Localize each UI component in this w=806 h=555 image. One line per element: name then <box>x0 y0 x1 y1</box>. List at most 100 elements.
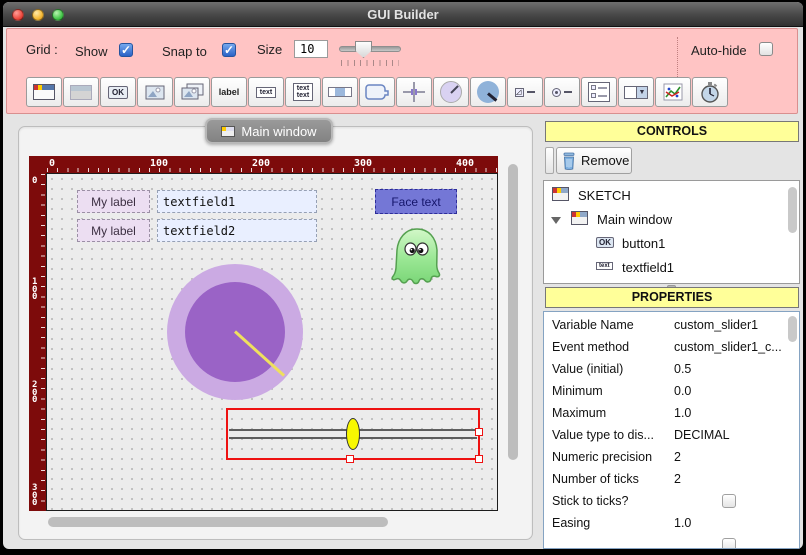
progressbar-icon[interactable] <box>322 77 358 107</box>
show-checkbox[interactable]: ✓ <box>119 43 133 57</box>
property-value[interactable]: 0.5 <box>674 362 691 376</box>
vscroll-thumb[interactable] <box>508 164 518 460</box>
design-surface[interactable]: My label textfield1 My label textfield2 … <box>46 173 498 511</box>
remove-button[interactable]: Remove <box>556 147 632 174</box>
label-widget-2[interactable]: My label <box>77 219 150 242</box>
v-ruler-label: 100 <box>32 277 38 302</box>
property-row[interactable]: Number of ticks 2 <box>544 469 799 491</box>
crosshair-icon[interactable] <box>396 77 432 107</box>
property-value[interactable]: 2 <box>674 450 681 464</box>
face-text-button-widget[interactable]: Face text <box>375 189 457 214</box>
property-value[interactable]: 1.0 <box>674 406 691 420</box>
label-widget-1[interactable]: My label <box>77 190 150 213</box>
v-ruler-label: 300 <box>32 483 38 508</box>
canvas-vertical-scrollbar[interactable] <box>505 156 522 512</box>
property-row[interactable]: Value (initial) 0.5 <box>544 359 799 381</box>
resize-handle-corner[interactable] <box>475 455 483 463</box>
property-row[interactable]: Easing 1.0 <box>544 513 799 535</box>
property-value[interactable]: DECIMAL <box>674 428 730 442</box>
grid-toolbar: Grid : Show ✓ Snap to ✓ Size Auto-hide O… <box>6 28 798 114</box>
slider-ticks <box>341 60 399 66</box>
title-bar[interactable]: GUI Builder <box>3 2 803 27</box>
textfield-widget-1[interactable]: textfield1 <box>157 190 317 213</box>
property-checkbox[interactable] <box>722 538 736 548</box>
window-icon[interactable] <box>26 77 62 107</box>
window-title: GUI Builder <box>367 7 439 22</box>
property-value[interactable]: 2 <box>674 472 681 486</box>
balloon-icon[interactable] <box>359 77 395 107</box>
images-icon[interactable] <box>174 77 210 107</box>
horizontal-ruler-ticks <box>47 168 497 172</box>
timer-icon[interactable] <box>692 77 728 107</box>
size-input[interactable] <box>294 40 328 58</box>
checkbox-slider-icon[interactable]: ◿ <box>507 77 543 107</box>
controls-header: CONTROLS <box>545 121 799 142</box>
property-row[interactable]: Value type to dis... DECIMAL <box>544 425 799 447</box>
property-label: Numeric precision <box>552 450 653 464</box>
chart-icon[interactable] <box>655 77 691 107</box>
snap-checkbox[interactable]: ✓ <box>222 43 236 57</box>
ghost-image-widget[interactable] <box>385 226 449 292</box>
tab-main-window[interactable]: Main window <box>205 118 333 144</box>
properties-table: Variable Name custom_slider1 Event method c… <box>543 311 800 549</box>
custom-slider-thumb[interactable] <box>346 418 360 450</box>
property-row[interactable]: Event method custom_slider1_c... <box>544 337 799 359</box>
property-value[interactable]: 1.0 <box>674 516 691 530</box>
grid-label: Grid : <box>26 42 58 57</box>
property-value[interactable]: 0.0 <box>674 384 691 398</box>
textarea-icon[interactable]: text text <box>285 77 321 107</box>
textfield-icon: text <box>596 262 613 270</box>
properties-header: PROPERTIES <box>545 287 799 308</box>
disclosure-triangle-icon[interactable] <box>551 217 561 224</box>
property-value[interactable]: custom_slider1_c... <box>674 340 782 354</box>
autohide-checkbox[interactable] <box>759 42 773 56</box>
v-ruler-label: 200 <box>32 380 38 405</box>
textfield-icon[interactable]: text <box>248 77 284 107</box>
app-window: GUI Builder Grid : Show ✓ Snap to ✓ Size… <box>3 2 803 549</box>
resize-handle-right[interactable] <box>475 428 483 436</box>
dial-icon[interactable] <box>433 77 469 107</box>
checklist-icon[interactable] <box>581 77 617 107</box>
property-row[interactable]: Variable Name custom_slider1 <box>544 315 799 337</box>
property-label: Event method <box>552 340 630 354</box>
tree-item-sketch[interactable]: SKETCH <box>544 184 799 208</box>
property-row[interactable]: Maximum 1.0 <box>544 403 799 425</box>
tree-item-button1[interactable]: OK button1 <box>544 232 799 256</box>
knob-widget[interactable] <box>167 264 303 400</box>
property-row[interactable]: Stick to ticks? <box>544 491 799 513</box>
tab-label: Main window <box>241 123 317 139</box>
property-label: Value (initial) <box>552 362 624 376</box>
button-icon[interactable]: OK <box>100 77 136 107</box>
resize-handle-bottom[interactable] <box>346 455 354 463</box>
vertical-ruler-ticks <box>41 174 45 510</box>
label-icon[interactable]: label <box>211 77 247 107</box>
toolbar-grip[interactable] <box>545 147 554 174</box>
property-row[interactable]: Numeric precision 2 <box>544 447 799 469</box>
hscroll-thumb[interactable] <box>48 517 388 527</box>
h-ruler-label: 0 <box>49 158 56 169</box>
property-value[interactable]: custom_slider1 <box>674 318 758 332</box>
design-canvas-panel: 0 100 200 300 400 0 100 200 300 My label… <box>18 126 533 540</box>
custom-slider-widget[interactable] <box>226 408 483 463</box>
ruler-corner <box>29 156 46 173</box>
property-checkbox[interactable] <box>722 494 736 508</box>
ball-icon[interactable] <box>470 77 506 107</box>
button-icon: OK <box>596 237 614 248</box>
tree-item-label: button1 <box>622 236 666 251</box>
tree-item-textfield1[interactable]: text textfield1 <box>544 256 799 280</box>
combobox-icon[interactable]: ▼ <box>618 77 654 107</box>
textfield-widget-2[interactable]: textfield2 <box>157 219 317 242</box>
radio-slider-icon[interactable] <box>544 77 580 107</box>
property-label: Easing <box>552 516 591 530</box>
canvas-horizontal-scrollbar[interactable] <box>46 515 498 529</box>
grid-size-slider[interactable] <box>339 41 401 67</box>
image-icon[interactable] <box>137 77 173 107</box>
tree-item-main-window[interactable]: Main window <box>544 208 799 232</box>
h-ruler-label: 400 <box>456 158 475 169</box>
slider-thumb[interactable] <box>355 41 372 58</box>
window-tab-icon <box>221 125 236 137</box>
property-row[interactable]: Minimum 0.0 <box>544 381 799 403</box>
size-label: Size <box>257 42 283 57</box>
panel-icon[interactable] <box>63 77 99 107</box>
property-row[interactable] <box>544 535 799 548</box>
